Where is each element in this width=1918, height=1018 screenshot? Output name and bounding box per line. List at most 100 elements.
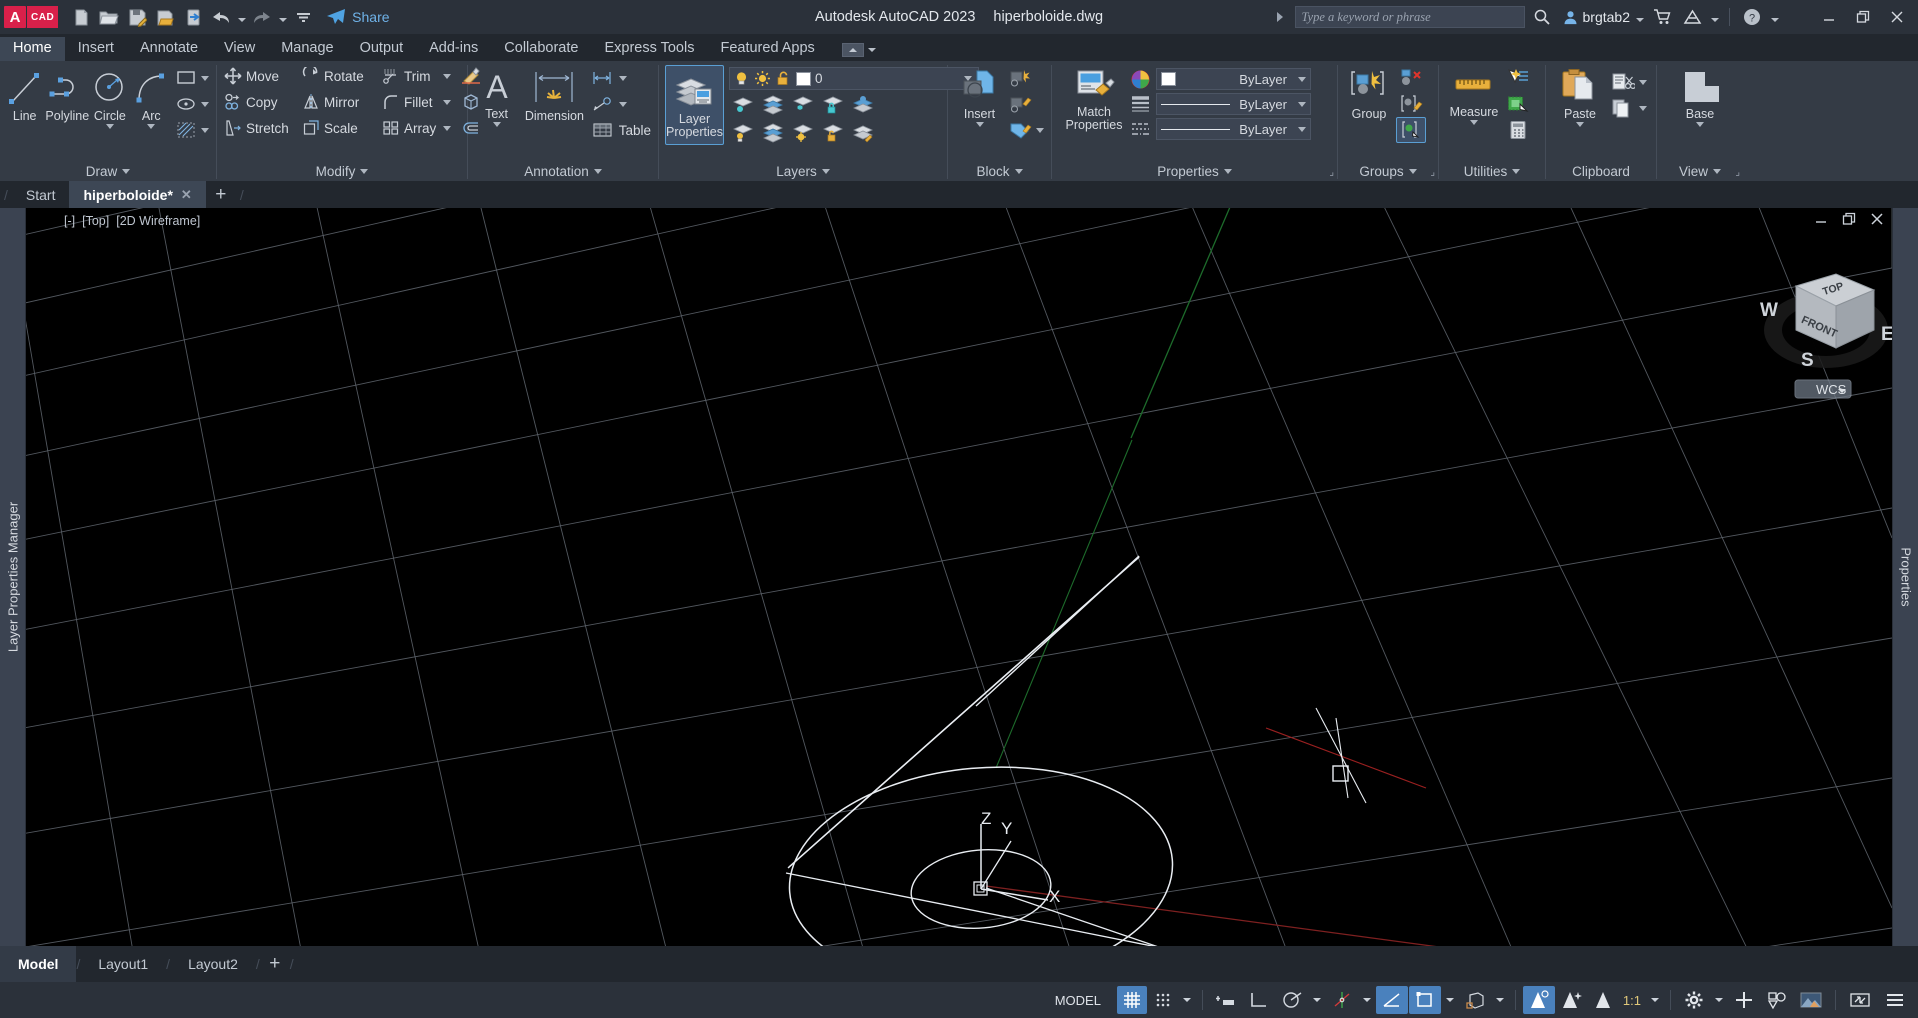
block-edit-attribute-button[interactable]: [1005, 117, 1047, 143]
snap-mode-dropdown-icon[interactable]: [1179, 986, 1195, 1014]
object-snap-tracking-toggle[interactable]: [1326, 986, 1358, 1014]
ribbon-tab-view[interactable]: View: [211, 37, 268, 61]
panel-properties-title[interactable]: Properties: [1052, 161, 1337, 181]
lineweight-selector[interactable]: ByLayer: [1156, 93, 1311, 115]
account-dropdown-icon[interactable]: [1634, 4, 1645, 30]
panel-draw-expand-icon[interactable]: [122, 168, 131, 174]
panel-view-title[interactable]: View: [1657, 161, 1743, 181]
layer-freeze-button[interactable]: [789, 92, 817, 118]
panel-utilities-expand-icon[interactable]: [1512, 168, 1521, 174]
help-dropdown-icon[interactable]: [1769, 4, 1780, 30]
workspace-switching-button[interactable]: [1678, 986, 1710, 1014]
panel-block-title[interactable]: Block: [948, 161, 1051, 181]
file-tab-close-icon[interactable]: ✕: [181, 187, 192, 203]
clean-screen-button[interactable]: [1843, 986, 1877, 1014]
autodesk-logo-icon[interactable]: A: [4, 6, 26, 28]
ribbon-tab-collaborate[interactable]: Collaborate: [491, 37, 591, 61]
copy-clip-button[interactable]: [1608, 95, 1650, 121]
annotation-scale-toggle[interactable]: [1589, 986, 1617, 1014]
autodesk-account-dropdown-icon[interactable]: [1709, 4, 1720, 30]
quick-select-button[interactable]: [1503, 65, 1533, 91]
restore-button[interactable]: [1848, 2, 1878, 32]
block-insert-button[interactable]: Insert: [954, 65, 1005, 127]
redo-icon[interactable]: [249, 4, 275, 30]
draw-polyline-button[interactable]: Polyline: [45, 65, 89, 122]
copy-clip-dropdown-icon[interactable]: [1639, 105, 1647, 111]
ortho-mode-toggle[interactable]: [1243, 986, 1275, 1014]
modify-trim-button[interactable]: Trim: [379, 63, 441, 89]
layer-thaw-all-button[interactable]: [789, 120, 817, 146]
layout-tab-model[interactable]: Model: [0, 946, 77, 982]
dynamic-ucs-toggle[interactable]: [1408, 986, 1441, 1014]
object-snap-toggle[interactable]: [1375, 986, 1408, 1014]
paste-dropdown-icon[interactable]: [1576, 122, 1584, 127]
layer-on-icon[interactable]: [733, 70, 750, 87]
cart-icon[interactable]: [1649, 4, 1675, 30]
viewport-minimize-button[interactable]: [1814, 212, 1828, 226]
panel-modify-expand-icon[interactable]: [360, 168, 369, 174]
modify-trim-dropdown-icon[interactable]: [443, 73, 451, 79]
customize-qat-icon[interactable]: [290, 4, 316, 30]
panel-block-expand-icon[interactable]: [1014, 168, 1023, 174]
cut-button[interactable]: [1608, 69, 1650, 95]
search-input[interactable]: Type a keyword or phrase: [1294, 6, 1525, 28]
draw-line-button[interactable]: Line: [4, 65, 45, 122]
ribbon-tab-manage[interactable]: Manage: [268, 37, 346, 61]
cut-dropdown-icon[interactable]: [1639, 79, 1647, 85]
draw-hatch-button[interactable]: [172, 117, 212, 143]
panel-draw-title[interactable]: Draw: [0, 161, 216, 181]
snap-mode-toggle[interactable]: [1148, 986, 1178, 1014]
layer-off-button[interactable]: [729, 120, 757, 146]
draw-ellipse-button[interactable]: [172, 91, 212, 117]
annotation-scale-dropdown-icon[interactable]: [1647, 986, 1663, 1014]
ribbon-tab-insert[interactable]: Insert: [65, 37, 127, 61]
ribbon-tab-home[interactable]: Home: [0, 37, 65, 61]
ribbon-tab-annotate[interactable]: Annotate: [127, 37, 211, 61]
polar-tracking-toggle[interactable]: [1276, 986, 1308, 1014]
object-color-dropdown-icon[interactable]: [1298, 76, 1306, 82]
modify-array-button[interactable]: Array: [379, 115, 441, 141]
layer-unisolate-button[interactable]: [759, 92, 787, 118]
ribbon-tab-output[interactable]: Output: [347, 37, 417, 61]
draw-ellipse-dropdown-icon[interactable]: [201, 101, 209, 107]
base-view-dropdown-icon[interactable]: [1696, 122, 1704, 127]
open-file-icon[interactable]: [96, 4, 122, 30]
annotation-table-button[interactable]: Table: [588, 117, 654, 143]
panel-view-expand-icon[interactable]: [1713, 168, 1722, 174]
annotation-text-dropdown-icon[interactable]: [492, 122, 501, 127]
draw-arc-dropdown-icon[interactable]: [147, 124, 156, 129]
calculator-button[interactable]: [1503, 117, 1533, 143]
autodesk-account-icon[interactable]: [1679, 4, 1705, 30]
panel-utilities-title[interactable]: Utilities: [1439, 161, 1545, 181]
grid-display-toggle[interactable]: [1116, 986, 1147, 1014]
annotation-scale-value[interactable]: 1:1: [1618, 986, 1646, 1014]
modify-mirror-button[interactable]: Mirror: [299, 89, 379, 115]
save-as-icon[interactable]: [152, 4, 178, 30]
share-button[interactable]: Share: [326, 8, 390, 26]
draw-circle-button[interactable]: Circle: [89, 65, 130, 129]
layout-tab-layout1[interactable]: Layout1: [80, 946, 166, 982]
isolate-objects-button[interactable]: [1761, 986, 1793, 1014]
properties-panel[interactable]: Properties: [1892, 208, 1918, 946]
panel-annotation-expand-icon[interactable]: [593, 168, 602, 174]
viewport-restore-button[interactable]: [1842, 212, 1856, 226]
viewport-control-view[interactable]: [Top]: [80, 214, 111, 228]
viewport-control-minus[interactable]: [-]: [62, 214, 77, 228]
undo-dropdown-icon[interactable]: [236, 4, 247, 30]
save-icon[interactable]: [124, 4, 150, 30]
modify-rotate-button[interactable]: Rotate: [299, 63, 379, 89]
paste-button[interactable]: Paste: [1552, 65, 1608, 127]
file-tab-hiperboloide[interactable]: hiperboloide* ✕: [69, 181, 206, 208]
draw-circle-dropdown-icon[interactable]: [105, 124, 114, 129]
redo-dropdown-icon[interactable]: [277, 4, 288, 30]
match-properties-button[interactable]: Match Properties: [1058, 65, 1130, 132]
ribbon-tab-featured-apps[interactable]: Featured Apps: [707, 37, 827, 61]
autoscale-toggle[interactable]: [1556, 986, 1588, 1014]
workspace-switching-dropdown-icon[interactable]: [1711, 986, 1727, 1014]
modify-copy-button[interactable]: Copy: [221, 89, 299, 115]
lineweight-dropdown-icon[interactable]: [1298, 101, 1306, 107]
block-create-button[interactable]: [1005, 65, 1047, 91]
file-tab-start[interactable]: Start: [12, 181, 70, 208]
annotation-linear-dropdown-icon[interactable]: [618, 75, 627, 81]
panel-properties-expand-icon[interactable]: [1223, 168, 1232, 174]
